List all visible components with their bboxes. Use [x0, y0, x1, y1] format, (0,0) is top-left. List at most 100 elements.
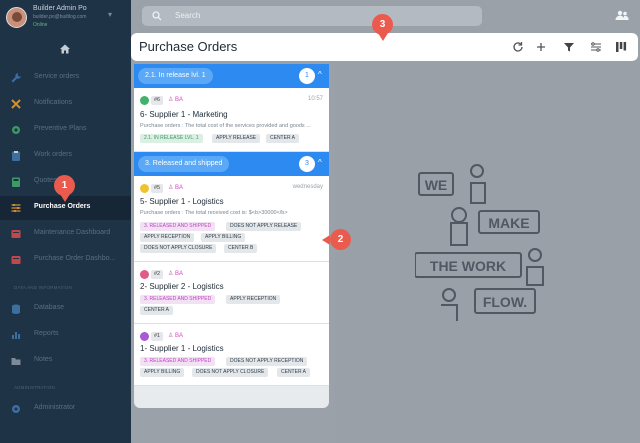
assignee-initials: BA [175, 185, 184, 191]
card-tag: DOES NOT APPLY CLOSURE [140, 244, 217, 253]
tools-icon [11, 99, 21, 109]
chevron-up-icon[interactable]: ^ [318, 158, 322, 167]
group-count: 1 [299, 68, 315, 84]
card-tag: APPLY BILLING [201, 233, 246, 242]
users-icon[interactable] [615, 10, 629, 21]
avatar[interactable] [6, 7, 27, 28]
logo-line-flow: FLOW. [483, 294, 527, 310]
filter-icon[interactable] [562, 40, 576, 54]
section-heading-data: DATA AND INFORMATION [14, 285, 73, 290]
card-meta: #5 ♙ BA [140, 184, 260, 194]
card-tag: CENTER A [140, 306, 174, 315]
folder-icon [11, 358, 21, 365]
card-meta: #6 ♙ BA [140, 96, 260, 106]
sidebar-item-label: Work orders [34, 151, 72, 158]
card-title: 2- Supplier 2 - Logistics [140, 282, 224, 291]
status-tag: 3. RELEASED AND SHIPPED [140, 222, 216, 231]
status-dot [140, 96, 149, 105]
order-card[interactable]: #6 ♙ BA 10:57 6- Supplier 1 - Marketing … [134, 88, 329, 152]
card-meta: #1 ♙ BA [140, 332, 260, 342]
order-number: #2 [151, 270, 164, 279]
card-tag: DOES NOT APPLY RECEPTION [226, 357, 308, 366]
status-dot [140, 184, 149, 193]
group-count: 3 [299, 156, 315, 172]
section-heading-admin: ADMINISTRATION [14, 385, 55, 390]
search-icon [152, 11, 162, 21]
callout-tail [322, 235, 330, 245]
card-title: 1- Supplier 1 - Logistics [140, 344, 224, 353]
wrench-icon [11, 73, 21, 83]
card-tag: DOES NOT APPLY CLOSURE [192, 368, 269, 377]
order-card[interactable]: #1 ♙ BA 1- Supplier 1 - Logistics 3. REL… [134, 324, 329, 386]
calculator-icon [12, 177, 20, 187]
card-tag: DOES NOT APPLY RELEASE [226, 222, 302, 231]
card-time: wednesday [292, 184, 323, 190]
dashboard-icon [11, 230, 21, 238]
card-meta: #2 ♙ BA [140, 270, 260, 280]
card-subtitle: Purchase orders : The total received cos… [140, 210, 288, 216]
search-placeholder: Search [175, 11, 201, 20]
order-number: #6 [151, 96, 164, 105]
sidebar-item-work-orders[interactable]: Work orders [0, 144, 131, 168]
group-header[interactable]: 2.1. In release lvl. 1 1 ^ [134, 64, 329, 88]
assignee: ♙ BA [168, 271, 184, 277]
sidebar-item-reports[interactable]: Reports [0, 323, 131, 347]
chevron-up-icon[interactable]: ^ [318, 70, 322, 79]
clipboard-icon [12, 151, 20, 161]
status-tag: 3. RELEASED AND SHIPPED [140, 357, 216, 366]
status-dot [140, 270, 149, 279]
callout-badge-3: 3 [372, 14, 393, 35]
sidebar-item-label: Database [34, 304, 64, 311]
assignee: ♙ BA [168, 97, 184, 103]
refresh-icon[interactable] [511, 40, 525, 54]
assignee-initials: BA [175, 333, 184, 339]
card-tag: CENTER A [266, 134, 300, 143]
logo-line-the-work: THE WORK [430, 258, 506, 274]
sidebar-item-notes[interactable]: Notes [0, 349, 131, 373]
status-tag: 3. RELEASED AND SHIPPED [140, 295, 216, 304]
group-header[interactable]: 3. Released and shipped 3 ^ [134, 152, 329, 176]
logo: WE MAKE THE WORK FLOW. [415, 164, 544, 321]
order-card[interactable]: #2 ♙ BA 2- Supplier 2 - Logistics 3. REL… [134, 262, 329, 324]
sidebar-item-preventive-plans[interactable]: Preventive Plans [0, 118, 131, 142]
assignee: ♙ BA [168, 333, 184, 339]
order-number: #5 [151, 184, 164, 193]
search-input[interactable]: Search [142, 6, 482, 26]
group-label: 2.1. In release lvl. 1 [138, 68, 213, 84]
sidebar-item-service-orders[interactable]: Service orders [0, 66, 131, 90]
sidebar-item-label: Preventive Plans [34, 125, 87, 132]
sidebar-item-maintenance-dashboard[interactable]: Maintenance Dashboard [0, 222, 131, 246]
sidebar-item-purchase-order-dashboard[interactable]: Purchase Order Dashbo... [0, 248, 131, 272]
logo-line-we: WE [425, 177, 448, 193]
kanban-view-icon[interactable] [614, 40, 628, 54]
assignee-initials: BA [175, 271, 184, 277]
card-time: 10:57 [307, 96, 323, 102]
card-tag: CENTER A [277, 368, 311, 377]
chevron-down-icon[interactable]: ▾ [108, 10, 112, 19]
sidebar-item-label: Administrator [34, 404, 76, 411]
chart-icon [12, 332, 20, 339]
callout-tail [378, 33, 388, 41]
sidebar-item-administrator[interactable]: Administrator [0, 397, 131, 421]
user-status: Online [33, 22, 48, 28]
sidebar-item-label: Purchase Order Dashbo... [34, 255, 116, 262]
sidebar-item-label: Reports [34, 330, 59, 337]
user-name: Builder Admin Po [33, 5, 87, 12]
settings-list-icon[interactable] [589, 40, 603, 54]
assignee: ♙ BA [168, 185, 184, 191]
admin-icon [12, 405, 20, 413]
order-card[interactable]: #5 ♙ BA wednesday 5- Supplier 1 - Logist… [134, 176, 329, 262]
card-title: 5- Supplier 1 - Logistics [140, 197, 224, 206]
card-tag: APPLY RECEPTION [140, 233, 195, 242]
home-icon[interactable] [59, 43, 71, 55]
sidebar-item-notifications[interactable]: Notifications [0, 92, 131, 116]
dashboard-icon [11, 256, 21, 264]
add-icon[interactable] [534, 40, 548, 54]
callout-badge-1: 1 [54, 175, 75, 196]
order-number: #1 [151, 332, 164, 341]
user-profile[interactable]: Builder Admin Po builder.po@builtlog.com… [0, 0, 131, 36]
empty-board-area: WE MAKE THE WORK FLOW. [335, 63, 640, 443]
sidebar-item-label: Service orders [34, 73, 80, 80]
sidebar-item-database[interactable]: Database [0, 297, 131, 321]
card-title: 6- Supplier 1 - Marketing [140, 110, 228, 119]
